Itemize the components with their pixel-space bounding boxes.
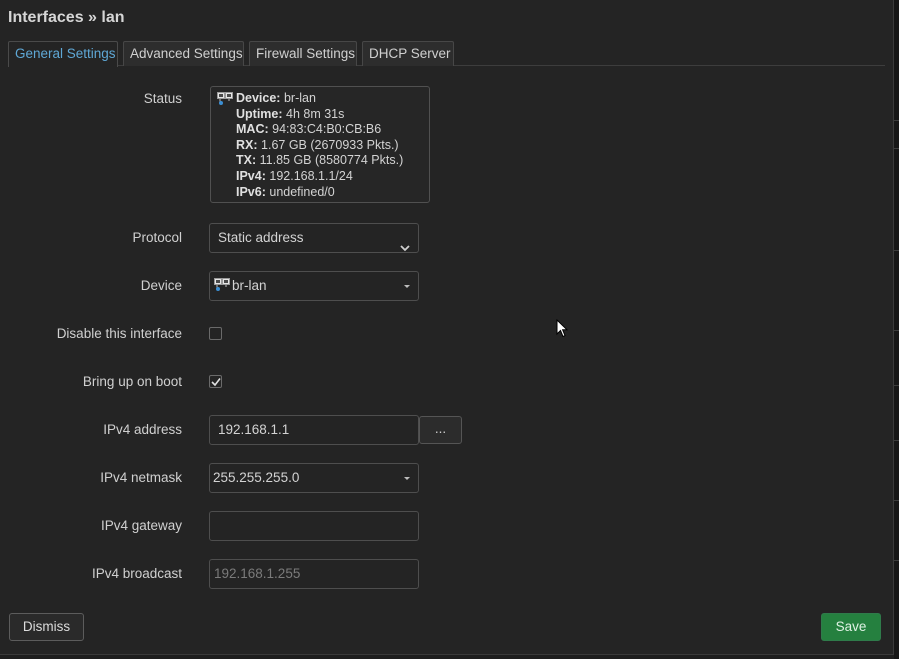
ipv4-gateway-label: IPv4 gateway <box>100 518 182 533</box>
device-value: br-lan <box>232 278 267 293</box>
ipv4-address-input[interactable]: 192.168.1.1 <box>209 415 419 445</box>
background-scroll-edge <box>894 0 899 659</box>
status-line-tx: TX: 11.85 GB (8580774 Pkts.) <box>236 153 404 168</box>
protocol-label: Protocol <box>132 230 182 245</box>
status-box: Device: br-lan Uptime: 4h 8m 31s MAC: 94… <box>210 86 430 203</box>
checkmark-icon <box>211 378 221 387</box>
ipv4-broadcast-input[interactable]: 192.168.1.255 <box>209 559 419 589</box>
status-line-rx: RX: 1.67 GB (2670933 Pkts.) <box>236 137 399 152</box>
protocol-select[interactable]: Static address <box>209 223 419 253</box>
network-device-icon <box>217 92 233 111</box>
bring-up-on-boot-label: Bring up on boot <box>82 374 182 389</box>
status-line-mac: MAC: 94:83:C4:B0:CB:B6 <box>236 122 382 137</box>
save-button[interactable]: Save <box>821 613 881 641</box>
ipv4-address-value: 192.168.1.1 <box>218 422 290 437</box>
ipv4-netmask-value: 255.255.255.0 <box>213 470 300 485</box>
protocol-value: Static address <box>218 230 304 245</box>
bring-up-on-boot-checkbox[interactable] <box>209 375 222 388</box>
interface-dialog: Interfaces » lan General Settings Advanc… <box>0 0 894 655</box>
network-device-icon <box>214 274 230 300</box>
status-line-uptime: Uptime: 4h 8m 31s <box>236 106 345 121</box>
ipv4-broadcast-placeholder: 192.168.1.255 <box>214 566 301 581</box>
tab-advanced-settings[interactable]: Advanced Settings <box>123 41 244 66</box>
tab-general-settings[interactable]: General Settings <box>8 41 118 67</box>
tab-dhcp-server[interactable]: DHCP Server <box>362 41 454 66</box>
ipv4-netmask-select[interactable]: 255.255.255.0 <box>209 463 419 493</box>
tab-firewall-settings[interactable]: Firewall Settings <box>249 41 357 66</box>
disable-interface-checkbox[interactable] <box>209 327 222 340</box>
dialog-title: Interfaces » lan <box>8 9 125 26</box>
dropdown-triangle-icon <box>404 285 410 288</box>
mouse-cursor-icon <box>556 318 569 341</box>
status-line-ipv6: IPv6: undefined/0 <box>236 184 335 199</box>
device-select[interactable]: br-lan <box>209 271 419 301</box>
status-label: Status <box>143 91 182 106</box>
device-label: Device <box>140 278 182 293</box>
ipv4-broadcast-label: IPv4 broadcast <box>91 566 182 581</box>
ipv4-address-label: IPv4 address <box>103 422 182 437</box>
ipv4-gateway-input[interactable] <box>209 511 419 541</box>
status-line-device: Device: br-lan <box>236 91 316 105</box>
dismiss-button[interactable]: Dismiss <box>9 613 84 641</box>
ipv4-address-more-button[interactable]: ... <box>419 416 462 444</box>
dropdown-triangle-icon <box>404 477 410 480</box>
tab-bar: General Settings Advanced Settings Firew… <box>8 41 885 67</box>
chevron-down-icon <box>400 234 410 252</box>
status-line-ipv4: IPv4: 192.168.1.1/24 <box>236 168 353 183</box>
disable-interface-label: Disable this interface <box>56 326 182 341</box>
ipv4-netmask-label: IPv4 netmask <box>100 470 182 485</box>
